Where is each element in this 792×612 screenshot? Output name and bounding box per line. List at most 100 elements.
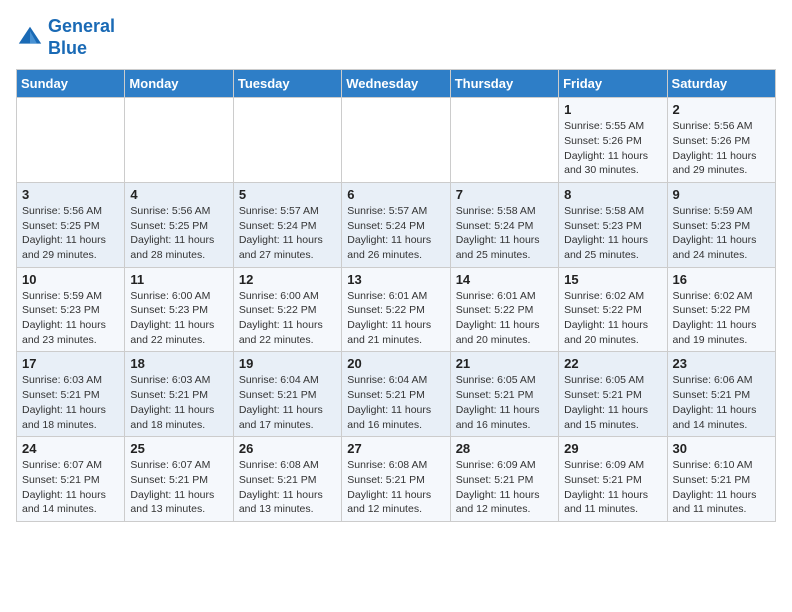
- day-cell: [450, 98, 558, 183]
- day-cell: 29 Sunrise: 6:09 AM Sunset: 5:21 PM Dayli…: [559, 437, 667, 522]
- day-number: 2: [673, 102, 770, 117]
- day-info: Sunrise: 6:02 AM Sunset: 5:22 PM Dayligh…: [564, 289, 661, 348]
- day-info: Sunrise: 6:07 AM Sunset: 5:21 PM Dayligh…: [22, 458, 119, 517]
- logo-text: General Blue: [48, 16, 115, 59]
- day-number: 25: [130, 441, 227, 456]
- day-info: Sunrise: 6:01 AM Sunset: 5:22 PM Dayligh…: [456, 289, 553, 348]
- day-info: Sunrise: 6:10 AM Sunset: 5:21 PM Dayligh…: [673, 458, 770, 517]
- day-info: Sunrise: 6:08 AM Sunset: 5:21 PM Dayligh…: [239, 458, 336, 517]
- day-number: 15: [564, 272, 661, 287]
- day-number: 6: [347, 187, 444, 202]
- day-number: 22: [564, 356, 661, 371]
- day-number: 29: [564, 441, 661, 456]
- day-cell: 14 Sunrise: 6:01 AM Sunset: 5:22 PM Dayli…: [450, 267, 558, 352]
- day-number: 28: [456, 441, 553, 456]
- day-cell: [233, 98, 341, 183]
- day-number: 12: [239, 272, 336, 287]
- weekday-header-row: SundayMondayTuesdayWednesdayThursdayFrid…: [17, 70, 776, 98]
- day-cell: 9 Sunrise: 5:59 AM Sunset: 5:23 PM Daylig…: [667, 182, 775, 267]
- day-number: 30: [673, 441, 770, 456]
- day-cell: 1 Sunrise: 5:55 AM Sunset: 5:26 PM Daylig…: [559, 98, 667, 183]
- day-info: Sunrise: 6:03 AM Sunset: 5:21 PM Dayligh…: [130, 373, 227, 432]
- day-number: 24: [22, 441, 119, 456]
- day-cell: 8 Sunrise: 5:58 AM Sunset: 5:23 PM Daylig…: [559, 182, 667, 267]
- day-info: Sunrise: 6:09 AM Sunset: 5:21 PM Dayligh…: [456, 458, 553, 517]
- day-number: 9: [673, 187, 770, 202]
- day-number: 7: [456, 187, 553, 202]
- day-info: Sunrise: 6:00 AM Sunset: 5:23 PM Dayligh…: [130, 289, 227, 348]
- day-number: 21: [456, 356, 553, 371]
- day-cell: 11 Sunrise: 6:00 AM Sunset: 5:23 PM Dayli…: [125, 267, 233, 352]
- day-number: 5: [239, 187, 336, 202]
- day-info: Sunrise: 5:58 AM Sunset: 5:24 PM Dayligh…: [456, 204, 553, 263]
- calendar-table: SundayMondayTuesdayWednesdayThursdayFrid…: [16, 69, 776, 522]
- day-info: Sunrise: 5:57 AM Sunset: 5:24 PM Dayligh…: [347, 204, 444, 263]
- week-row-1: 1 Sunrise: 5:55 AM Sunset: 5:26 PM Daylig…: [17, 98, 776, 183]
- day-cell: 10 Sunrise: 5:59 AM Sunset: 5:23 PM Dayli…: [17, 267, 125, 352]
- weekday-header-saturday: Saturday: [667, 70, 775, 98]
- day-info: Sunrise: 5:55 AM Sunset: 5:26 PM Dayligh…: [564, 119, 661, 178]
- day-number: 14: [456, 272, 553, 287]
- day-info: Sunrise: 5:56 AM Sunset: 5:26 PM Dayligh…: [673, 119, 770, 178]
- day-cell: 19 Sunrise: 6:04 AM Sunset: 5:21 PM Dayli…: [233, 352, 341, 437]
- day-number: 18: [130, 356, 227, 371]
- day-info: Sunrise: 5:59 AM Sunset: 5:23 PM Dayligh…: [22, 289, 119, 348]
- day-number: 8: [564, 187, 661, 202]
- weekday-header-friday: Friday: [559, 70, 667, 98]
- day-info: Sunrise: 5:57 AM Sunset: 5:24 PM Dayligh…: [239, 204, 336, 263]
- day-info: Sunrise: 6:03 AM Sunset: 5:21 PM Dayligh…: [22, 373, 119, 432]
- day-cell: 12Sunrise: 6:00 AM Sunset: 5:22 PM Dayli…: [233, 267, 341, 352]
- day-cell: 3 Sunrise: 5:56 AM Sunset: 5:25 PM Daylig…: [17, 182, 125, 267]
- day-cell: 16Sunrise: 6:02 AM Sunset: 5:22 PM Dayli…: [667, 267, 775, 352]
- page-header: General Blue: [16, 16, 776, 59]
- day-cell: 6 Sunrise: 5:57 AM Sunset: 5:24 PM Daylig…: [342, 182, 450, 267]
- day-info: Sunrise: 6:08 AM Sunset: 5:21 PM Dayligh…: [347, 458, 444, 517]
- day-cell: 7 Sunrise: 5:58 AM Sunset: 5:24 PM Daylig…: [450, 182, 558, 267]
- week-row-3: 10 Sunrise: 5:59 AM Sunset: 5:23 PM Dayli…: [17, 267, 776, 352]
- day-number: 1: [564, 102, 661, 117]
- day-cell: 22 Sunrise: 6:05 AM Sunset: 5:21 PM Dayli…: [559, 352, 667, 437]
- day-info: Sunrise: 6:01 AM Sunset: 5:22 PM Dayligh…: [347, 289, 444, 348]
- weekday-header-monday: Monday: [125, 70, 233, 98]
- day-number: 17: [22, 356, 119, 371]
- day-cell: 17 Sunrise: 6:03 AM Sunset: 5:21 PM Dayli…: [17, 352, 125, 437]
- day-cell: 28 Sunrise: 6:09 AM Sunset: 5:21 PM Dayli…: [450, 437, 558, 522]
- day-number: 11: [130, 272, 227, 287]
- weekday-header-sunday: Sunday: [17, 70, 125, 98]
- day-info: Sunrise: 6:06 AM Sunset: 5:21 PM Dayligh…: [673, 373, 770, 432]
- day-cell: 2 Sunrise: 5:56 AM Sunset: 5:26 PM Daylig…: [667, 98, 775, 183]
- day-info: Sunrise: 5:56 AM Sunset: 5:25 PM Dayligh…: [130, 204, 227, 263]
- day-info: Sunrise: 6:05 AM Sunset: 5:21 PM Dayligh…: [456, 373, 553, 432]
- day-info: Sunrise: 6:05 AM Sunset: 5:21 PM Dayligh…: [564, 373, 661, 432]
- day-cell: 30 Sunrise: 6:10 AM Sunset: 5:21 PM Dayli…: [667, 437, 775, 522]
- week-row-2: 3 Sunrise: 5:56 AM Sunset: 5:25 PM Daylig…: [17, 182, 776, 267]
- weekday-header-thursday: Thursday: [450, 70, 558, 98]
- day-number: 3: [22, 187, 119, 202]
- day-info: Sunrise: 6:09 AM Sunset: 5:21 PM Dayligh…: [564, 458, 661, 517]
- day-cell: 15 Sunrise: 6:02 AM Sunset: 5:22 PM Dayli…: [559, 267, 667, 352]
- day-cell: 18 Sunrise: 6:03 AM Sunset: 5:21 PM Dayli…: [125, 352, 233, 437]
- week-row-5: 24 Sunrise: 6:07 AM Sunset: 5:21 PM Dayli…: [17, 437, 776, 522]
- day-cell: [342, 98, 450, 183]
- day-number: 16: [673, 272, 770, 287]
- day-number: 10: [22, 272, 119, 287]
- day-cell: 5 Sunrise: 5:57 AM Sunset: 5:24 PM Daylig…: [233, 182, 341, 267]
- day-info: Sunrise: 5:59 AM Sunset: 5:23 PM Dayligh…: [673, 204, 770, 263]
- day-cell: 21 Sunrise: 6:05 AM Sunset: 5:21 PM Dayli…: [450, 352, 558, 437]
- logo: General Blue: [16, 16, 115, 59]
- day-cell: 25Sunrise: 6:07 AM Sunset: 5:21 PM Dayli…: [125, 437, 233, 522]
- day-cell: 20 Sunrise: 6:04 AM Sunset: 5:21 PM Dayli…: [342, 352, 450, 437]
- day-number: 19: [239, 356, 336, 371]
- day-cell: [17, 98, 125, 183]
- weekday-header-wednesday: Wednesday: [342, 70, 450, 98]
- day-info: Sunrise: 5:58 AM Sunset: 5:23 PM Dayligh…: [564, 204, 661, 263]
- day-number: 20: [347, 356, 444, 371]
- logo-icon: [16, 24, 44, 52]
- day-number: 26: [239, 441, 336, 456]
- day-info: Sunrise: 6:04 AM Sunset: 5:21 PM Dayligh…: [347, 373, 444, 432]
- day-cell: 27Sunrise: 6:08 AM Sunset: 5:21 PM Dayli…: [342, 437, 450, 522]
- day-cell: 4Sunrise: 5:56 AM Sunset: 5:25 PM Daylig…: [125, 182, 233, 267]
- day-info: Sunrise: 6:04 AM Sunset: 5:21 PM Dayligh…: [239, 373, 336, 432]
- day-info: Sunrise: 5:56 AM Sunset: 5:25 PM Dayligh…: [22, 204, 119, 263]
- day-cell: 26 Sunrise: 6:08 AM Sunset: 5:21 PM Dayli…: [233, 437, 341, 522]
